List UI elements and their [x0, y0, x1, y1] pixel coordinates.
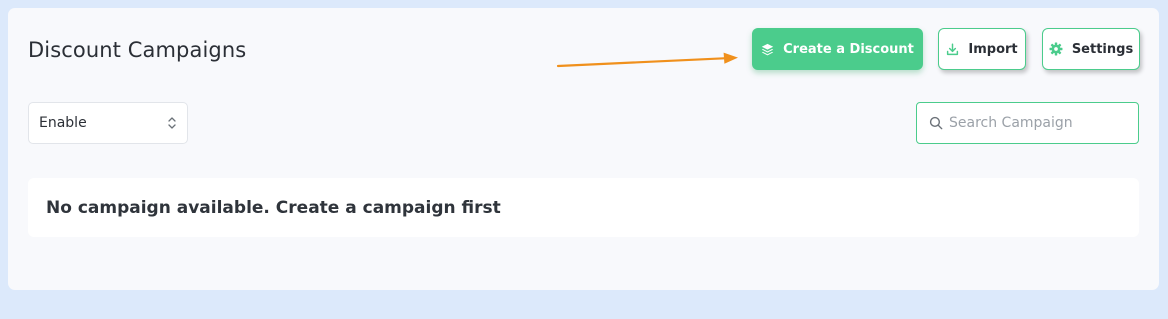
layers-icon: [761, 43, 774, 56]
status-select[interactable]: Enable: [28, 102, 188, 144]
annotation-arrow: [556, 52, 738, 68]
search-icon: [929, 116, 943, 130]
status-select-value: Enable: [39, 115, 87, 131]
import-button[interactable]: Import: [938, 28, 1026, 70]
search-box[interactable]: [916, 102, 1139, 144]
empty-state-card: No campaign available. Create a campaign…: [28, 178, 1139, 237]
search-input[interactable]: [949, 115, 1119, 131]
campaigns-panel: Discount Campaigns Create a Discount Imp…: [8, 8, 1159, 290]
import-label: Import: [968, 41, 1018, 57]
download-icon: [946, 42, 959, 56]
page-title: Discount Campaigns: [28, 38, 247, 62]
empty-state-message: No campaign available. Create a campaign…: [46, 197, 501, 218]
chevron-up-down-icon: [167, 116, 177, 130]
gear-icon: [1049, 42, 1063, 56]
create-discount-button[interactable]: Create a Discount: [752, 28, 923, 70]
settings-button[interactable]: Settings: [1042, 28, 1140, 70]
settings-label: Settings: [1071, 41, 1134, 57]
create-discount-label: Create a Discount: [783, 41, 914, 57]
